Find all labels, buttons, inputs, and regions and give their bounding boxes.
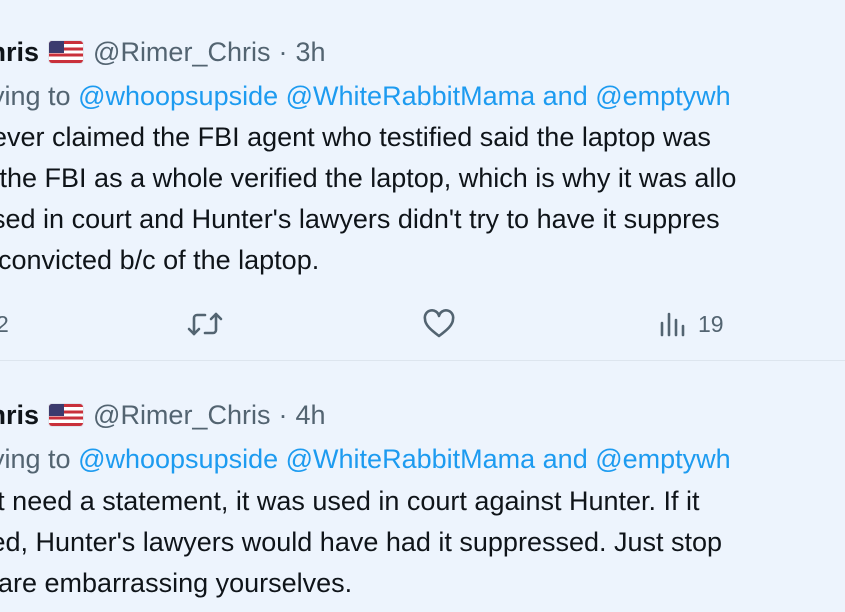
tweet-header: Chris @Rimer_Chris · 3h [0, 30, 326, 74]
heart-icon [422, 309, 456, 339]
tweet[interactable]: Chris @Rimer_Chris · 3h plying to @whoop… [0, 0, 845, 360]
display-name[interactable]: Chris [0, 393, 39, 437]
separator-dot: · [278, 37, 288, 67]
us-flag-icon [49, 41, 84, 63]
reply-button[interactable]: 2 [0, 304, 9, 344]
us-flag-icon [49, 404, 84, 426]
mention-link[interactable]: @whoopsupside [78, 81, 278, 111]
tweet-actions: 2 19 [0, 304, 845, 344]
tweet-header: Chris @Rimer_Chris · 4h [0, 393, 326, 437]
tweet-text: n't need a statement, it was used in cou… [0, 481, 722, 604]
retweet-button[interactable] [186, 304, 224, 344]
tweet-text-line: fied, Hunter's lawyers would have had it… [0, 527, 723, 557]
tweet[interactable]: Chris @Rimer_Chris · 4h plying to @whoop… [0, 360, 845, 612]
tweet-text-line: d the FBI as a whole verified the laptop… [0, 163, 737, 193]
mention-link[interactable]: @whoopsupside [78, 444, 278, 474]
mention-link[interactable]: @WhiteRabbitMama [286, 81, 536, 111]
views-count: 19 [698, 310, 724, 337]
tweet-text-line: used in court and Hunter's lawyers didn'… [0, 204, 720, 234]
tweet-text-line: s convicted b/c of the laptop. [0, 245, 320, 275]
tweet-text-line: n't need a statement, it was used in cou… [0, 486, 700, 516]
like-button[interactable] [422, 304, 456, 344]
and-word[interactable]: and [543, 444, 588, 474]
user-handle[interactable]: @Rimer_Chris [93, 393, 270, 437]
mention-link[interactable]: @WhiteRabbitMama [286, 444, 536, 474]
replying-to-label: plying to [0, 81, 71, 111]
timestamp[interactable]: 3h [295, 30, 325, 74]
timestamp[interactable]: 4h [295, 393, 325, 437]
timeline: Chris @Rimer_Chris · 3h plying to @whoop… [0, 0, 845, 612]
views-icon [658, 309, 688, 339]
tweet-text-line: never claimed the FBI agent who testifie… [0, 122, 711, 152]
replying-to: plying to @whoopsupside @WhiteRabbitMama… [0, 76, 731, 116]
views-button[interactable]: 19 [658, 304, 724, 344]
replying-to: plying to @whoopsupside @WhiteRabbitMama… [0, 439, 731, 479]
replying-to-label: plying to [0, 444, 71, 474]
reply-count: 2 [0, 310, 9, 337]
mention-link[interactable]: @emptywh [595, 81, 730, 111]
user-handle[interactable]: @Rimer_Chris [93, 30, 270, 74]
mention-link[interactable]: @emptywh [595, 444, 730, 474]
and-word[interactable]: and [543, 81, 588, 111]
separator-dot: · [278, 400, 288, 430]
tweet-text: never claimed the FBI agent who testifie… [0, 117, 736, 281]
display-name[interactable]: Chris [0, 30, 39, 74]
retweet-icon [186, 309, 224, 339]
tweet-text-line: s are embarrassing yourselves. [0, 568, 353, 598]
